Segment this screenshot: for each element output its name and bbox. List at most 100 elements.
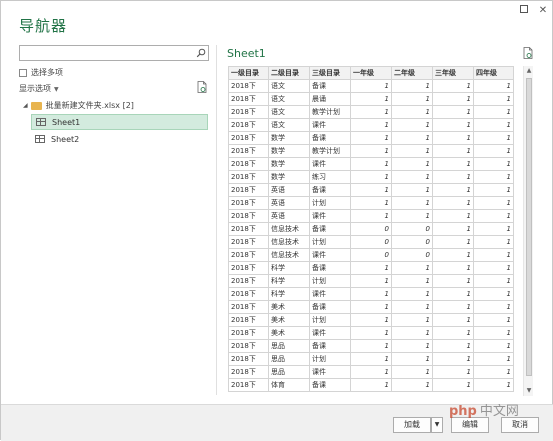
table-cell: 1 bbox=[350, 365, 392, 379]
table-cell: 计划 bbox=[309, 313, 351, 327]
table-cell: 美术 bbox=[268, 313, 310, 327]
table-cell: 1 bbox=[432, 92, 474, 106]
sheet-item-sheet2[interactable]: Sheet2 bbox=[31, 131, 208, 147]
table-cell: 1 bbox=[350, 326, 392, 340]
table-cell: 1 bbox=[432, 300, 474, 314]
table-cell: 备课 bbox=[309, 131, 351, 145]
search-icon[interactable] bbox=[196, 48, 206, 58]
table-cell: 计划 bbox=[309, 235, 351, 249]
table-cell: 备课 bbox=[309, 79, 351, 93]
table-cell: 练习 bbox=[309, 170, 351, 184]
table-cell: 1 bbox=[350, 79, 392, 93]
edit-button[interactable]: 编辑 bbox=[451, 417, 489, 433]
table-cell: 2018下 bbox=[228, 105, 269, 119]
table-cell: 英语 bbox=[268, 209, 310, 223]
table-icon bbox=[35, 135, 45, 143]
table-cell: 2018下 bbox=[228, 352, 269, 366]
table-cell: 1 bbox=[432, 339, 474, 353]
column-header[interactable]: 三级目录 bbox=[309, 66, 351, 80]
scroll-up-icon[interactable]: ▲ bbox=[525, 67, 533, 75]
table-row: 2018下 美术 计划 1 1 1 1 bbox=[228, 313, 514, 327]
table-cell: 1 bbox=[391, 105, 433, 119]
search-input[interactable] bbox=[20, 51, 190, 65]
table-cell: 1 bbox=[350, 209, 392, 223]
preview-table-container[interactable]: 一级目录 二级目录 三级目录 一年级 二年级 三年级 四年级 2018下 语文 备课 1 1 1 1 20… bbox=[228, 66, 521, 396]
refresh-document-icon[interactable] bbox=[197, 81, 207, 93]
table-cell: 1 bbox=[432, 209, 474, 223]
multi-select-checkbox[interactable] bbox=[19, 68, 27, 77]
document-icon[interactable] bbox=[523, 47, 533, 59]
table-cell: 2018下 bbox=[228, 196, 269, 210]
table-cell: 1 bbox=[432, 365, 474, 379]
table-cell: 数学 bbox=[268, 131, 310, 145]
table-cell: 思品 bbox=[268, 352, 310, 366]
table-cell: 1 bbox=[391, 118, 433, 132]
table-cell: 1 bbox=[350, 261, 392, 275]
scrollbar-thumb[interactable] bbox=[526, 78, 532, 376]
column-header[interactable]: 一年级 bbox=[350, 66, 392, 80]
search-box[interactable] bbox=[19, 45, 209, 65]
table-cell: 1 bbox=[350, 313, 392, 327]
table-cell: 1 bbox=[473, 326, 514, 340]
table-cell: 2018下 bbox=[228, 326, 269, 340]
panel-divider bbox=[216, 45, 217, 395]
table-cell: 备课 bbox=[309, 222, 351, 236]
column-header[interactable]: 二级目录 bbox=[268, 66, 310, 80]
vertical-scrollbar[interactable]: ▲ ▼ bbox=[523, 66, 533, 396]
column-header[interactable]: 一级目录 bbox=[228, 66, 269, 80]
load-dropdown-button[interactable]: ▼ bbox=[431, 417, 443, 433]
sheet-item-sheet1[interactable]: Sheet1 bbox=[31, 114, 208, 130]
table-cell: 1 bbox=[473, 365, 514, 379]
close-icon: ✕ bbox=[538, 5, 548, 16]
table-cell: 1 bbox=[391, 300, 433, 314]
sheet-item-label: Sheet1 bbox=[52, 117, 81, 127]
table-cell: 1 bbox=[350, 170, 392, 184]
table-row: 2018下 信息技术 计划 0 0 1 1 bbox=[228, 235, 514, 249]
table-cell: 1 bbox=[432, 105, 474, 119]
table-row: 2018下 数学 备课 1 1 1 1 bbox=[228, 131, 514, 145]
table-cell: 2018下 bbox=[228, 248, 269, 262]
table-cell: 1 bbox=[432, 157, 474, 171]
folder-label: 批量新建文件夹.xlsx [2] bbox=[45, 101, 134, 110]
table-cell: 1 bbox=[473, 352, 514, 366]
watermark-logo-text: php bbox=[449, 404, 477, 419]
table-cell: 1 bbox=[432, 274, 474, 288]
display-options-dropdown[interactable]: 显示选项 ▼ bbox=[19, 83, 59, 94]
table-row: 2018下 语文 备课 1 1 1 1 bbox=[228, 79, 514, 93]
table-row: 2018下 科学 课件 1 1 1 1 bbox=[228, 287, 514, 301]
table-cell: 1 bbox=[391, 209, 433, 223]
table-cell: 1 bbox=[473, 170, 514, 184]
table-cell: 1 bbox=[391, 79, 433, 93]
column-header[interactable]: 三年级 bbox=[432, 66, 474, 80]
table-row: 2018下 英语 计划 1 1 1 1 bbox=[228, 196, 514, 210]
table-cell: 0 bbox=[391, 235, 433, 249]
table-cell: 1 bbox=[350, 378, 392, 392]
table-row: 2018下 美术 备课 1 1 1 1 bbox=[228, 300, 514, 314]
table-cell: 1 bbox=[391, 261, 433, 275]
scroll-down-icon[interactable]: ▼ bbox=[525, 387, 533, 395]
close-button[interactable]: ✕ bbox=[535, 3, 551, 19]
table-cell: 1 bbox=[350, 183, 392, 197]
table-row: 2018下 信息技术 课件 0 0 1 1 bbox=[228, 248, 514, 262]
table-cell: 数学 bbox=[268, 144, 310, 158]
table-cell: 备课 bbox=[309, 339, 351, 353]
load-button[interactable]: 加载 bbox=[393, 417, 431, 433]
multi-select-option[interactable]: 选择多项 bbox=[19, 67, 63, 78]
table-cell: 2018下 bbox=[228, 144, 269, 158]
table-cell: 计划 bbox=[309, 196, 351, 210]
table-cell: 信息技术 bbox=[268, 222, 310, 236]
cancel-button[interactable]: 取消 bbox=[501, 417, 539, 433]
table-cell: 1 bbox=[432, 144, 474, 158]
window-title: 导航器 bbox=[19, 17, 68, 35]
folder-node[interactable]: ◢ 批量新建文件夹.xlsx [2] bbox=[23, 100, 134, 111]
column-header[interactable]: 二年级 bbox=[391, 66, 433, 80]
table-row: 2018下 体育 备课 1 1 1 1 bbox=[228, 378, 514, 392]
table-cell: 2018下 bbox=[228, 287, 269, 301]
table-cell: 1 bbox=[473, 157, 514, 171]
table-cell: 1 bbox=[473, 235, 514, 249]
column-header[interactable]: 四年级 bbox=[473, 66, 514, 80]
collapse-icon[interactable]: ◢ bbox=[23, 102, 28, 109]
table-cell: 1 bbox=[350, 352, 392, 366]
table-cell: 1 bbox=[432, 235, 474, 249]
maximize-button[interactable] bbox=[516, 3, 532, 19]
